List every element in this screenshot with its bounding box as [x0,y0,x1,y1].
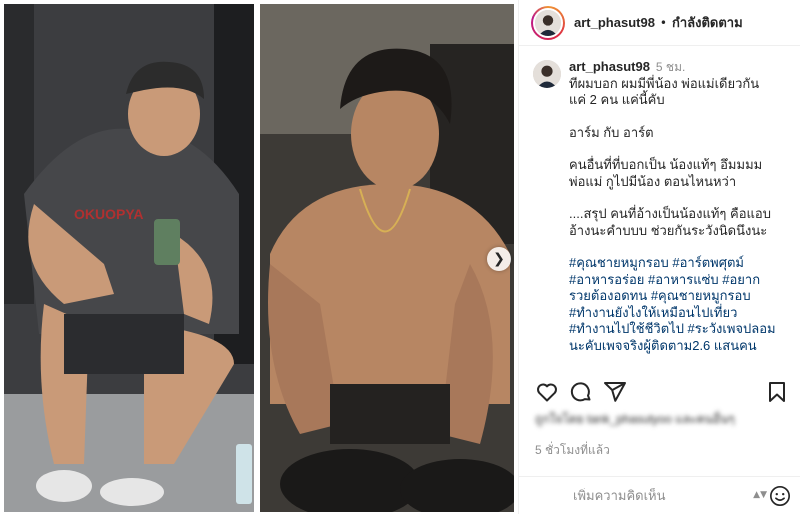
post-details-panel: art_phasut98 • กำลังติดตาม art_phasut98 5… [518,0,800,514]
hashtag-line[interactable]: รวยต้องอดทน #คุณชายหมูกรอบ [569,288,793,305]
caption-text: art_phasut98 5 ชม. ทีผมบอก ผมมีพี่น้อง พ่… [569,59,793,354]
hashtag-line[interactable]: #ทำงานยังไงให้เหมือนไปเที่ยว [569,305,793,322]
hashtag-line[interactable]: #ทำงานไปใช้ชีวิตไป #ระวังเพจปลอม [569,321,793,338]
following-button[interactable]: กำลังติดตาม [672,12,743,33]
caption-row: art_phasut98 5 ชม. ทีผมบอก ผมมีพี่น้อง พ่… [533,59,800,354]
post-timestamp[interactable]: 5 ชั่วโมงที่แล้ว [535,441,610,460]
post-media[interactable]: OKUOPYA ❯ [0,0,518,514]
likes-text[interactable]: ถูกใจโดย tank_phasutyoo และคนอื่นๆ [535,412,735,426]
caption-avatar[interactable] [533,60,561,88]
heart-icon[interactable] [535,380,559,404]
bookmark-icon[interactable] [765,380,789,404]
story-ring[interactable] [531,5,565,40]
post-header: art_phasut98 • กำลังติดตาม [519,0,800,46]
avatar[interactable] [533,7,563,38]
comment-input[interactable] [573,488,753,503]
photo-man-gym-phone: OKUOPYA [4,4,254,512]
caption-line: ....สรุป คนที่อ้างเป็นน้องแท้ๆ คือแอบ [569,206,771,221]
comment-box: ▲▼ [519,476,800,514]
caption-line: อ้างนะคำบบบ ช่วยกันระวังนิดนึงนะ [569,222,768,238]
caption-line: ทีผมบอก ผมมีพี่น้อง พ่อแม่เดียวกัน [569,75,760,91]
chevron-right-icon: ❯ [493,251,505,267]
stepper-icon: ▲▼ [753,490,767,500]
header-separator: • [659,15,667,30]
photo-shirtless-man [260,4,514,512]
next-image-button[interactable]: ❯ [487,247,511,271]
caption-line: คนอื่นที่ที่บอกเป็น น้องแท้ๆ อึมมมม [569,157,763,172]
caption-time[interactable]: 5 ชม. [656,60,685,74]
paper-plane-icon[interactable] [603,380,627,404]
caption-username[interactable]: art_phasut98 [569,59,650,74]
comment-icon[interactable] [569,380,593,404]
hashtag-line[interactable]: #คุณชายหมูกรอบ #อาร์ตพศุตม์ [569,255,793,272]
hashtag-line[interactable]: นะคับเพจจริงผู้ติดตาม2.6 แสนคน [569,338,793,355]
likes-summary[interactable]: ถูกใจโดย tank_phasutyoo และคนอื่นๆ [535,408,785,426]
caption-line: พ่อแม่ กูไปมีน้อง ตอนไหนหว่า [569,173,737,189]
action-bar [519,374,800,410]
smiley-icon[interactable] [769,485,791,507]
hashtag-line[interactable]: #อาหารอร่อย #อาหารแซ่บ #อยาก [569,272,793,289]
caption-line: อาร์ม กับ อาร์ต [569,124,654,140]
caption-line: แค่ 2 คน แค่นี้คับ [569,92,665,107]
header-username[interactable]: art_phasut98 [574,15,655,30]
caption-section: art_phasut98 5 ชม. ทีผมบอก ผมมีพี่น้อง พ่… [519,47,800,367]
svg-text:OKUOPYA: OKUOPYA [74,206,144,222]
